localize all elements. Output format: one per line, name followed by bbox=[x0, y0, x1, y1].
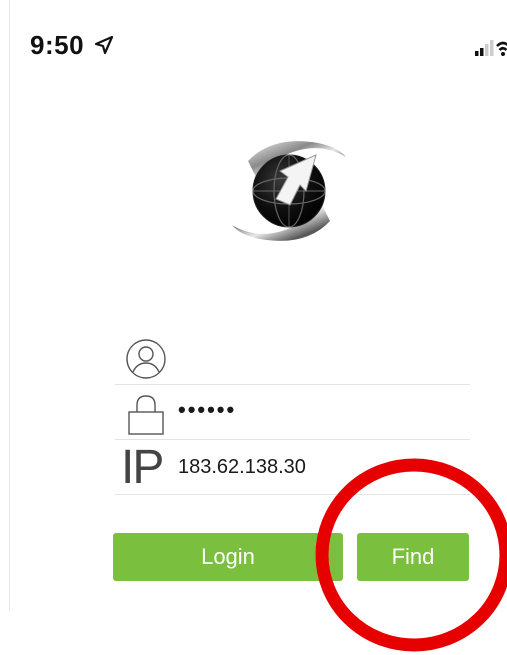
password-value[interactable]: •••••• bbox=[178, 397, 236, 423]
status-time: 9:50 bbox=[30, 30, 84, 61]
user-icon bbox=[126, 339, 166, 379]
time-text: 9:50 bbox=[30, 30, 85, 60]
screen-edge bbox=[0, 0, 10, 610]
ip-value[interactable]: 183.62.138.30 bbox=[178, 456, 306, 479]
username-field[interactable] bbox=[115, 330, 470, 385]
password-field[interactable]: •••••• bbox=[115, 385, 470, 440]
find-button[interactable]: Find bbox=[357, 533, 469, 581]
login-button[interactable]: Login bbox=[113, 533, 343, 581]
ip-field[interactable]: IP 183.62.138.30 bbox=[115, 440, 470, 495]
location-arrow-icon bbox=[94, 35, 114, 55]
lock-icon bbox=[128, 395, 164, 435]
app-screen: 9:50 •••••• IP 183.62.138.30 Login Find bbox=[0, 0, 507, 652]
signal-wifi-icon bbox=[475, 40, 507, 56]
app-logo bbox=[232, 141, 346, 241]
login-form: •••••• IP 183.62.138.30 bbox=[115, 330, 470, 495]
ip-label: IP bbox=[121, 441, 164, 494]
